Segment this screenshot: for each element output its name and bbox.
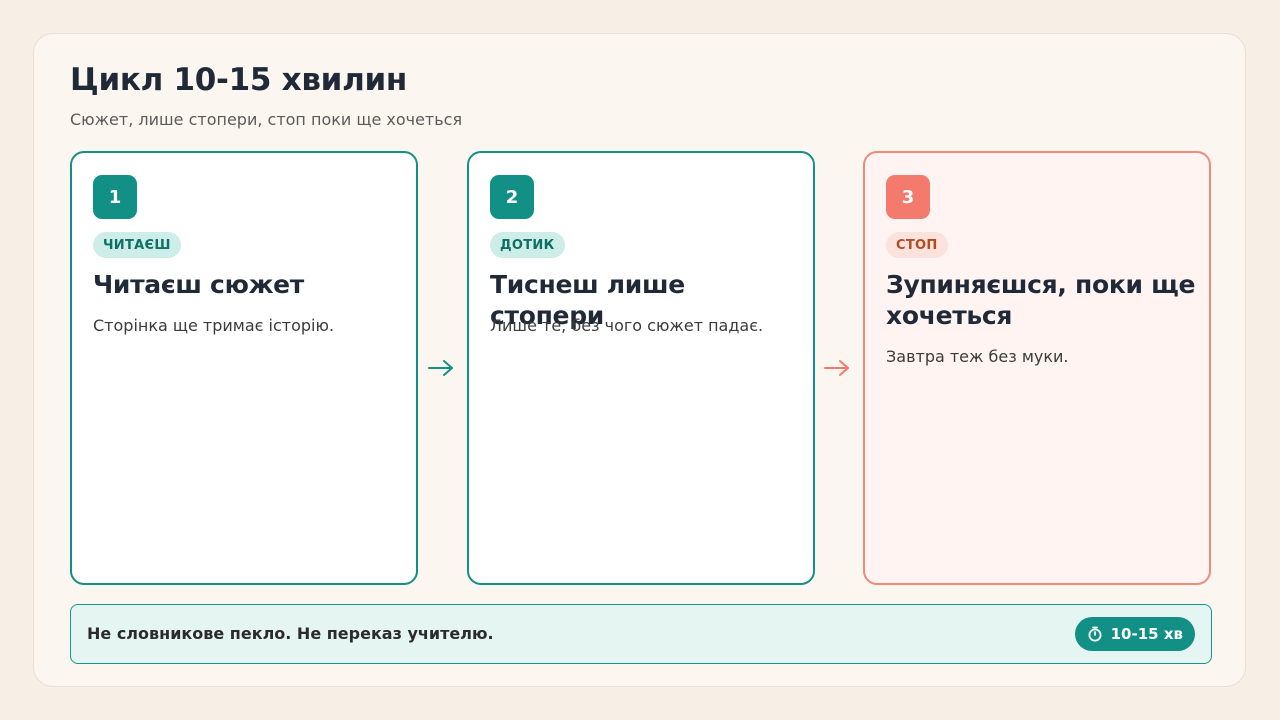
- step-title: Читаєш сюжет: [93, 270, 304, 299]
- arrow-right-icon: [428, 360, 453, 376]
- step-description: Сторінка ще тримає історію.: [93, 316, 335, 335]
- step-card-stop: 3 СТОП Зупиняєшся, поки ще хочеться Завт…: [863, 151, 1211, 585]
- step-card-read: 1 ЧИТАЄШ Читаєш сюжет Сторінка ще тримає…: [70, 151, 418, 585]
- page-subtitle: Сюжет, лише стопери, стоп поки ще хочеть…: [70, 110, 463, 129]
- duration-badge: 10-15 хв: [1074, 617, 1195, 651]
- step-number-badge: 3: [886, 175, 930, 219]
- step-tag: СТОП: [886, 232, 948, 258]
- step-tag: ЧИТАЄШ: [93, 232, 181, 258]
- cycle-panel: Цикл 10-15 хвилин Сюжет, лише стопери, с…: [33, 33, 1246, 687]
- step-tag: ДОТИК: [490, 232, 565, 258]
- step-number-badge: 2: [490, 175, 534, 219]
- timer-icon: [1088, 626, 1102, 642]
- step-card-touch: 2 ДОТИК Тиснеш лише стопери Лише те, без…: [467, 151, 815, 585]
- page-title: Цикл 10-15 хвилин: [70, 62, 408, 98]
- arrow-right-icon: [824, 360, 849, 376]
- step-description: Лише те, без чого сюжет падає.: [490, 316, 764, 335]
- footer-note: Не словникове пекло. Не переказ учителю.…: [70, 604, 1212, 664]
- step-number-badge: 1: [93, 175, 137, 219]
- step-description: Завтра теж без муки.: [886, 347, 1069, 366]
- step-title: Зупиняєшся, поки ще хочеться: [886, 270, 1196, 330]
- duration-label: 10-15 хв: [1110, 625, 1183, 643]
- footer-text: Не словникове пекло. Не переказ учителю.: [87, 624, 494, 643]
